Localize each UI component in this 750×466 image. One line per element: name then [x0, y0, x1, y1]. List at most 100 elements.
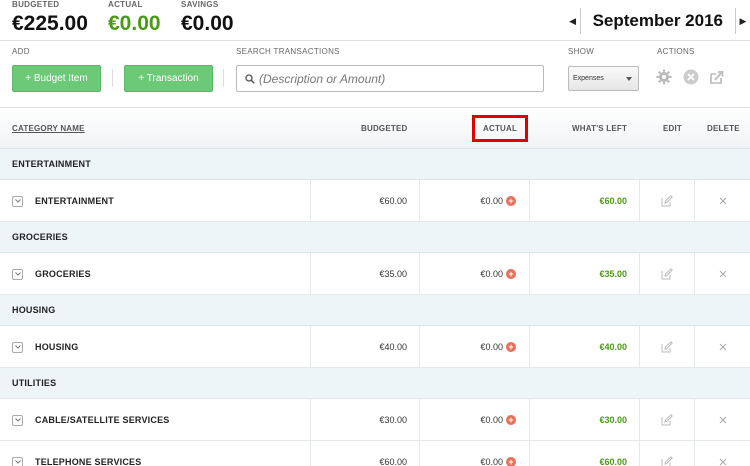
expand-toggle[interactable] — [12, 341, 23, 353]
savings-summary-value: €0.00 — [181, 12, 234, 35]
category-cell: GROCERIES — [0, 253, 310, 295]
edit-icon[interactable] — [661, 456, 673, 466]
whats-left-value: €60.00 — [599, 196, 627, 206]
edit-icon[interactable] — [661, 268, 673, 280]
actual-value: €0.00 — [480, 342, 503, 352]
budgeted-cell[interactable]: €30.00 — [310, 399, 419, 441]
close-icon[interactable] — [719, 197, 727, 205]
item-name: CABLE/SATELLITE SERVICES — [35, 415, 170, 425]
budgeted-cell[interactable]: €60.00 — [310, 180, 419, 222]
add-label: ADD — [12, 47, 30, 56]
budgeted-summary-label: BUDGETED — [12, 0, 60, 9]
whats-left-value: €35.00 — [599, 269, 627, 279]
add-transaction-button[interactable]: + Transaction — [124, 65, 213, 92]
budget-table: CATEGORY NAME BUDGETED ACTUAL WHAT'S LEF… — [0, 108, 750, 466]
whats-left-value: €30.00 — [599, 415, 627, 425]
actual-summary-label: ACTUAL — [108, 0, 143, 9]
chevron-down-icon — [14, 272, 21, 276]
budgeted-cell[interactable]: €60.00 — [310, 441, 419, 466]
table-row: GROCERIES €35.00 €0.00 + €35.00 — [0, 253, 750, 295]
expand-toggle[interactable] — [12, 414, 23, 426]
category-group-row: ENTERTAINMENT — [0, 149, 750, 180]
chevron-down-icon — [14, 345, 21, 349]
budgeted-summary: BUDGETED €225.00 — [12, 0, 88, 36]
whats-left-cell: €35.00 — [529, 253, 639, 295]
expand-toggle[interactable] — [12, 195, 23, 207]
cancel-circle-icon[interactable] — [683, 69, 699, 85]
budgeted-cell[interactable]: €35.00 — [310, 253, 419, 295]
delete-cell — [694, 326, 750, 368]
edit-header: EDIT — [663, 124, 683, 133]
close-icon[interactable] — [719, 458, 727, 466]
category-cell: ENTERTAINMENT — [0, 180, 310, 222]
edit-cell — [639, 180, 694, 222]
add-transaction-icon[interactable]: + — [506, 342, 516, 352]
whats-left-header: WHAT'S LEFT — [572, 124, 628, 133]
toolbar: ADD + Budget Item + Transaction SEARCH T… — [0, 41, 750, 99]
whats-left-value: €40.00 — [599, 342, 627, 352]
close-icon[interactable] — [719, 343, 727, 351]
next-month-icon[interactable]: ▶ — [736, 16, 750, 27]
edit-cell — [639, 441, 694, 466]
prev-month-icon[interactable]: ◀ — [566, 16, 580, 27]
chevron-down-icon — [14, 199, 21, 203]
whats-left-cell: €30.00 — [529, 399, 639, 441]
add-transaction-icon[interactable]: + — [506, 457, 516, 466]
budgeted-value: €60.00 — [379, 196, 407, 206]
actual-cell: €0.00 + — [419, 441, 529, 466]
budgeted-summary-value: €225.00 — [12, 12, 88, 35]
category-group-row: HOUSING — [0, 295, 750, 326]
edit-icon[interactable] — [661, 341, 673, 353]
actual-value: €0.00 — [480, 269, 503, 279]
actual-cell: €0.00 + — [419, 326, 529, 368]
budgeted-cell[interactable]: €40.00 — [310, 326, 419, 368]
share-export-icon[interactable] — [709, 69, 725, 85]
actual-header-highlight: ACTUAL — [472, 108, 529, 149]
whats-left-cell: €60.00 — [529, 180, 639, 222]
budgeted-value: €60.00 — [379, 457, 407, 466]
table-row: HOUSING €40.00 €0.00 + €40.00 — [0, 326, 750, 368]
category-cell: TELEPHONE SERVICES — [0, 441, 310, 466]
gear-icon[interactable] — [656, 69, 672, 85]
month-navigator: ◀ September 2016 ▶ — [566, 8, 750, 34]
whats-left-cell: €60.00 — [529, 441, 639, 466]
category-cell: HOUSING — [0, 326, 310, 368]
expand-toggle[interactable] — [12, 456, 23, 466]
actual-summary-value: €0.00 — [108, 12, 161, 35]
whats-left-cell: €40.00 — [529, 326, 639, 368]
add-budget-item-button[interactable]: + Budget Item — [12, 65, 101, 92]
toolbar-separator — [223, 69, 224, 87]
add-transaction-icon[interactable]: + — [506, 269, 516, 279]
chevron-down-icon — [626, 76, 632, 81]
search-icon — [245, 73, 255, 84]
whats-left-value: €60.00 — [599, 457, 627, 466]
search-box — [236, 65, 544, 92]
edit-icon[interactable] — [661, 195, 673, 207]
category-name-header[interactable]: CATEGORY NAME — [12, 108, 85, 149]
table-row: TELEPHONE SERVICES €60.00 €0.00 + €60.00 — [0, 441, 750, 466]
show-select-value: Expenses — [573, 75, 604, 82]
actual-cell: €0.00 + — [419, 253, 529, 295]
delete-cell — [694, 399, 750, 441]
search-input[interactable] — [259, 71, 539, 86]
category-cell: CABLE/SATELLITE SERVICES — [0, 399, 310, 441]
close-icon[interactable] — [719, 416, 727, 424]
budgeted-header: BUDGETED — [361, 124, 408, 133]
actual-value: €0.00 — [480, 196, 503, 206]
actions-label: ACTIONS — [657, 47, 695, 56]
show-select[interactable]: Expenses — [568, 66, 639, 91]
table-row: ENTERTAINMENT €60.00 €0.00 + €60.00 — [0, 180, 750, 222]
expand-toggle[interactable] — [12, 268, 23, 280]
edit-icon[interactable] — [661, 414, 673, 426]
delete-cell — [694, 253, 750, 295]
delete-header: DELETE — [707, 124, 740, 133]
add-transaction-icon[interactable]: + — [506, 196, 516, 206]
savings-summary: SAVINGS €0.00 — [181, 0, 234, 36]
add-transaction-icon[interactable]: + — [506, 415, 516, 425]
savings-summary-label: SAVINGS — [181, 0, 219, 9]
actual-value: €0.00 — [480, 457, 503, 466]
close-icon[interactable] — [719, 270, 727, 278]
toolbar-separator — [112, 69, 113, 87]
table-header: CATEGORY NAME BUDGETED ACTUAL WHAT'S LEF… — [0, 108, 750, 149]
actual-value: €0.00 — [480, 415, 503, 425]
